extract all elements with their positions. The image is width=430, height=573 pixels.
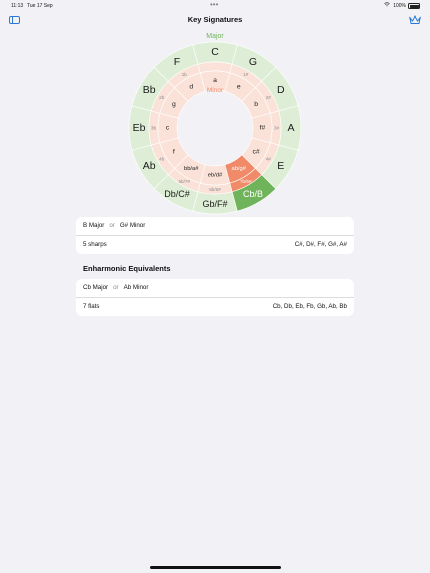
major-key-label: F <box>174 56 180 68</box>
minor-key-label: ab/g# <box>231 166 246 172</box>
major-ring-label: Major <box>206 33 224 40</box>
major-key-label: G <box>249 56 257 68</box>
minor-key-label: f <box>173 148 175 155</box>
crown-icon[interactable] <box>409 15 421 25</box>
minor-key-label: d <box>189 83 193 90</box>
enharmonic-heading: Enharmonic Equivalents <box>83 264 171 273</box>
minor-key-label: a <box>213 77 217 84</box>
minor-key-label: eb/d# <box>208 173 223 179</box>
enharmonic-minor-key: Ab Minor <box>123 284 149 291</box>
major-key-label: C <box>211 46 219 58</box>
enharmonic-accidental-count: 7 flats <box>83 303 100 310</box>
circle-of-fifths-chart: Major Ca G1# e D 2# b A 3# f# E 4# c# Cb/B 7b/5# ab/g#… <box>128 33 302 215</box>
accidental-label: 2# <box>266 95 272 100</box>
minor-key-label: bb/a# <box>184 166 199 172</box>
minor-key-label: c <box>166 125 170 132</box>
accidental-label: 6b/6# <box>209 187 221 192</box>
home-indicator[interactable] <box>150 566 281 569</box>
selected-major-key: B Major <box>83 222 105 229</box>
accidental-label: 3# <box>274 126 280 131</box>
major-key-label: D <box>277 84 285 96</box>
major-key-label: A <box>287 122 294 134</box>
status-time: 11:13 <box>11 3 24 9</box>
selected-minor-key: G# Minor <box>119 222 146 229</box>
minor-key-label: f# <box>260 125 266 132</box>
enharmonic-key-names-row: Cb Major or Ab Minor <box>76 279 354 297</box>
major-key-label: Bb <box>143 84 156 96</box>
enharmonic-card: Cb Major or Ab Minor 7 flats Cb, Db, Eb, F… <box>76 279 354 316</box>
major-key-label: Db/C# <box>164 189 190 199</box>
accidental-label: 7b/5# <box>240 179 252 184</box>
accidental-label: 4# <box>266 156 272 161</box>
multitasking-dots-icon[interactable]: ••• <box>210 0 218 9</box>
major-key-label: Ab <box>143 160 156 172</box>
accidental-count: 5 sharps <box>83 241 107 248</box>
battery-icon <box>408 3 420 9</box>
or-label: or <box>113 284 119 291</box>
or-label: or <box>109 222 115 229</box>
major-key-label: Eb <box>133 122 146 134</box>
minor-ring-label: Minor <box>207 87 224 94</box>
minor-key-label: b <box>254 101 258 108</box>
status-date: Tue 17 Sep <box>27 3 53 9</box>
major-key-label: Gb/F# <box>202 199 227 209</box>
minor-key-label: c# <box>253 148 260 155</box>
major-key-label: Cb/B <box>243 189 263 199</box>
major-key-label: E <box>277 160 284 172</box>
selected-key-names-row: B Major or G# Minor <box>76 217 354 235</box>
wifi-icon <box>384 2 390 7</box>
minor-key-label: g <box>172 101 176 108</box>
minor-key-label: e <box>237 83 241 90</box>
accidental-label: 5b/7# <box>179 179 191 184</box>
accidental-label: 1b <box>182 72 188 77</box>
enharmonic-accidentals-row: 7 flats Cb, Db, Eb, Fb, Gb, Ab, Bb <box>76 297 354 316</box>
accidental-notes: C#, D#, F#, G#, A# <box>294 241 347 248</box>
accidental-label: 4b <box>159 156 165 161</box>
status-bar: 11:13 Tue 17 Sep ••• 100% <box>0 0 430 11</box>
accidental-label: 2b <box>159 95 165 100</box>
selected-key-card: B Major or G# Minor 5 sharps C#, D#, F#, G… <box>76 217 354 254</box>
accidental-label: 3b <box>151 126 157 131</box>
selected-accidentals-row: 5 sharps C#, D#, F#, G#, A# <box>76 235 354 254</box>
circle-of-fifths: Major Ca G 1# e D 2# b A 3# f# E 4# c# Cb/B 7b/5# ab/g#… <box>0 28 430 218</box>
battery-percentage: 100% <box>393 3 406 9</box>
enharmonic-major-key: Cb Major <box>83 284 109 291</box>
enharmonic-accidental-notes: Cb, Db, Eb, Fb, Gb, Ab, Bb <box>272 303 347 310</box>
accidental-label: 1# <box>243 72 249 77</box>
page-title: Key Signatures <box>187 15 243 24</box>
